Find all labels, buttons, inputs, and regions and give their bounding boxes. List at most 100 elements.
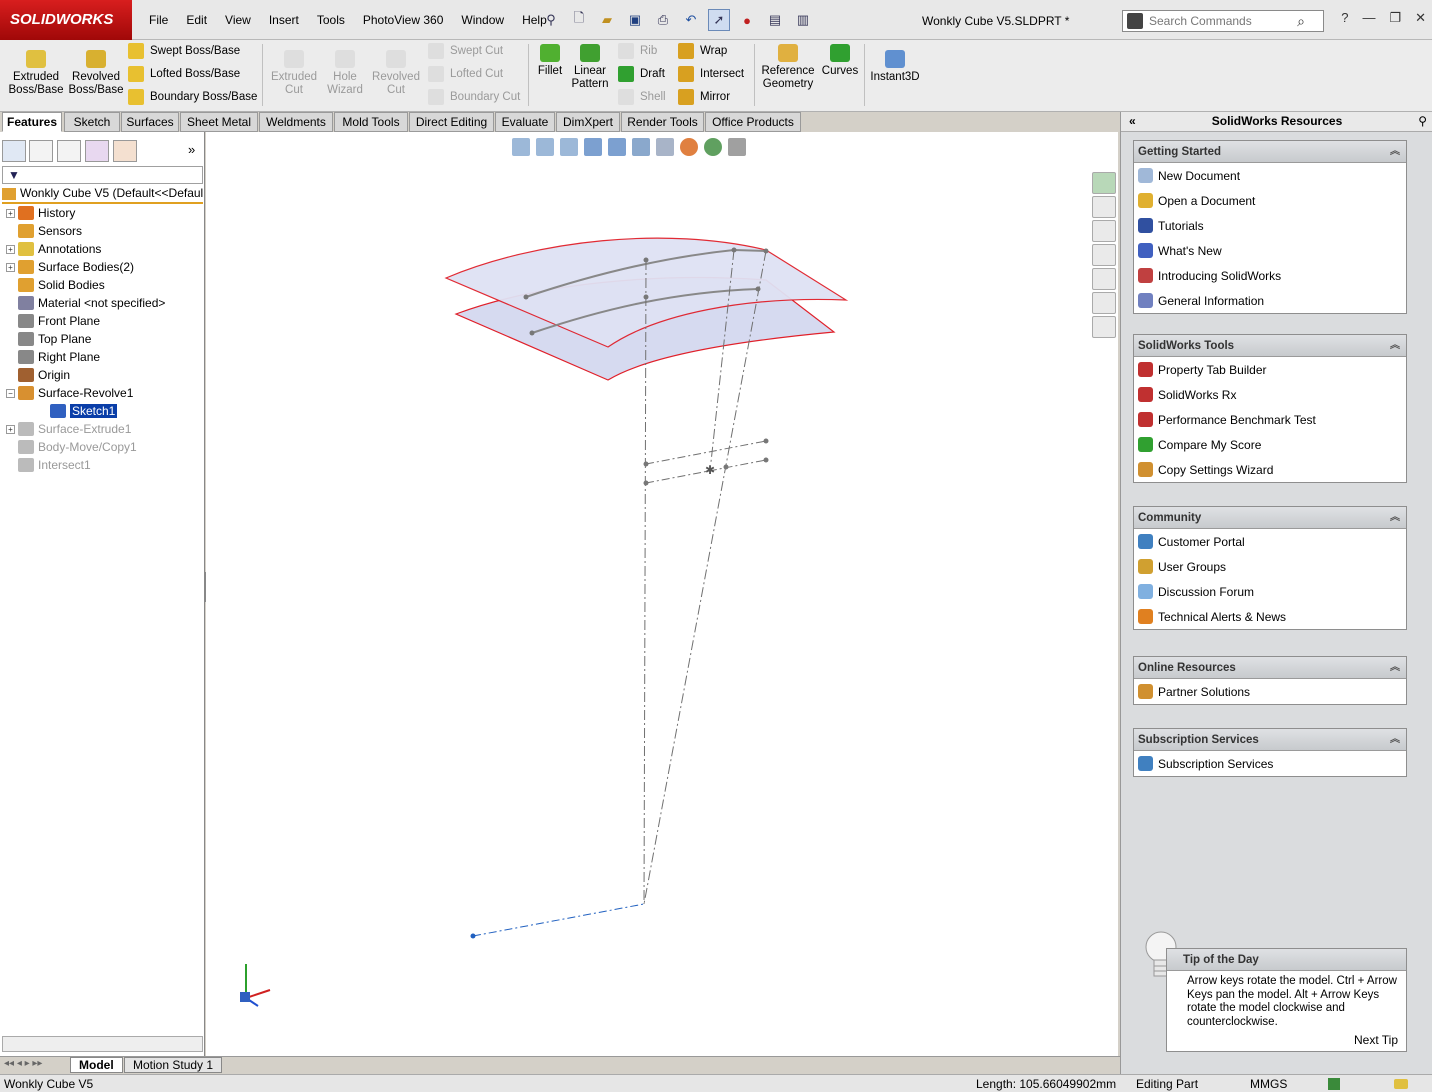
hole-wizard-button[interactable]: Hole Wizard — [320, 50, 370, 97]
tree-filter-input[interactable]: ▼ — [2, 166, 203, 184]
swept-cut-button[interactable]: Swept Cut — [428, 43, 503, 59]
search-icon[interactable]: ⌕ — [1297, 13, 1305, 30]
tree-item[interactable]: Right Plane — [6, 348, 100, 366]
shell-button[interactable]: Shell — [618, 89, 666, 105]
menu-window[interactable]: Window — [452, 11, 513, 29]
resource-link[interactable]: Open a Document — [1134, 188, 1406, 213]
tree-item[interactable]: Intersect1 — [6, 456, 91, 474]
file-properties-icon[interactable]: ▤ — [764, 9, 786, 31]
pin-icon[interactable]: ⚲ — [540, 9, 562, 31]
rib-button[interactable]: Rib — [618, 43, 657, 59]
resource-link[interactable]: Performance Benchmark Test — [1134, 407, 1406, 432]
tab-office-products[interactable]: Office Products — [705, 112, 801, 132]
tree-horizontal-scrollbar[interactable] — [2, 1036, 203, 1052]
resource-link[interactable]: Compare My Score — [1134, 432, 1406, 457]
help-icon[interactable]: ? — [1341, 10, 1348, 26]
tab-weldments[interactable]: Weldments — [259, 112, 333, 132]
resource-link[interactable]: What's New — [1134, 238, 1406, 263]
resource-link[interactable]: Discussion Forum — [1134, 579, 1406, 604]
tree-item[interactable]: + History — [6, 204, 75, 222]
units-selector[interactable]: MMGS — [1250, 1077, 1287, 1091]
open-folder-icon[interactable]: ▰ — [596, 9, 618, 31]
mirror-button[interactable]: Mirror — [678, 89, 730, 105]
dimxpert-manager-tab-icon[interactable] — [85, 140, 109, 162]
tab-motion-study[interactable]: Motion Study 1 — [124, 1057, 223, 1073]
resource-link[interactable]: Tutorials — [1134, 213, 1406, 238]
close-icon[interactable]: ✕ — [1415, 10, 1426, 26]
boundary-cut-button[interactable]: Boundary Cut — [428, 89, 520, 105]
revolved-cut-button[interactable]: Revolved Cut — [370, 50, 422, 97]
tree-item[interactable]: Material <not specified> — [6, 294, 165, 312]
tree-item[interactable]: − Surface-Revolve1 — [6, 384, 133, 402]
menu-file[interactable]: File — [140, 11, 177, 29]
graphics-area[interactable]: ✱ — [206, 132, 1118, 1056]
draft-button[interactable]: Draft — [618, 66, 665, 82]
curves-button[interactable]: Curves — [820, 44, 860, 78]
group-header[interactable]: Community ︽ — [1134, 507, 1406, 529]
new-document-icon[interactable]: 🗋 — [568, 9, 590, 31]
swept-boss-button[interactable]: Swept Boss/Base — [128, 43, 240, 59]
expand-toggle-icon[interactable]: − — [6, 388, 15, 398]
sketch-line-blue[interactable] — [472, 903, 645, 937]
tab-render-tools[interactable]: Render Tools — [621, 112, 704, 132]
expand-toggle-icon[interactable]: + — [6, 262, 15, 272]
resource-link[interactable]: User Groups — [1134, 554, 1406, 579]
tree-item[interactable]: Body-Move/Copy1 — [6, 438, 137, 456]
configuration-manager-tab-icon[interactable] — [57, 140, 81, 162]
resource-link[interactable]: Introducing SolidWorks — [1134, 263, 1406, 288]
resource-link[interactable]: Partner Solutions — [1134, 679, 1406, 704]
resource-link[interactable]: Property Tab Builder — [1134, 357, 1406, 382]
save-icon[interactable]: ▣ — [624, 9, 646, 31]
feature-manager-tab-icon[interactable] — [2, 140, 26, 162]
tree-item[interactable]: + Surface Bodies(2) — [6, 258, 134, 276]
next-tip-link[interactable]: Next Tip — [1354, 1033, 1398, 1047]
boundary-boss-button[interactable]: Boundary Boss/Base — [128, 89, 257, 105]
tag-icon[interactable] — [1394, 1079, 1408, 1089]
collapse-pane-icon[interactable]: « — [1129, 112, 1136, 131]
tree-item[interactable]: Sensors — [6, 222, 82, 240]
undo-icon[interactable]: ↶ — [680, 9, 702, 31]
tree-item[interactable]: + Annotations — [6, 240, 101, 258]
chevron-right-icon[interactable]: » — [188, 142, 195, 157]
intersect-button[interactable]: Intersect — [678, 66, 744, 82]
tree-item[interactable]: + Surface-Extrude1 — [6, 420, 131, 438]
tab-features[interactable]: Features — [2, 112, 62, 132]
tree-item[interactable]: Front Plane — [6, 312, 100, 330]
resource-link[interactable]: Subscription Services — [1134, 751, 1406, 776]
tab-direct-editing[interactable]: Direct Editing — [409, 112, 494, 132]
restore-icon[interactable]: ❐ — [1389, 10, 1401, 26]
menu-photoview[interactable]: PhotoView 360 — [354, 11, 453, 29]
tree-item[interactable]: Origin — [6, 366, 70, 384]
expand-toggle-icon[interactable]: + — [6, 424, 15, 434]
collapse-group-icon[interactable]: ︽ — [1390, 657, 1400, 679]
menu-tools[interactable]: Tools — [308, 11, 354, 29]
tab-model[interactable]: Model — [70, 1057, 123, 1073]
property-manager-tab-icon[interactable] — [29, 140, 53, 162]
model-geometry[interactable]: ✱ — [206, 132, 1118, 1056]
collapse-group-icon[interactable]: ︽ — [1390, 141, 1400, 163]
expand-toggle-icon[interactable]: + — [6, 208, 15, 218]
fillet-button[interactable]: Fillet — [534, 44, 566, 78]
select-pointer-icon[interactable]: ➚ — [708, 9, 730, 31]
pin-icon[interactable]: ⚲ — [1418, 112, 1427, 131]
options-icon[interactable]: ▥ — [792, 9, 814, 31]
resource-link[interactable]: Customer Portal — [1134, 529, 1406, 554]
quick-tips-icon[interactable] — [1328, 1078, 1340, 1090]
extruded-boss-button[interactable]: Extruded Boss/Base — [8, 50, 64, 97]
group-header[interactable]: Online Resources ︽ — [1134, 657, 1406, 679]
resource-link[interactable]: Copy Settings Wizard — [1134, 457, 1406, 482]
instant3d-button[interactable]: Instant3D — [868, 50, 922, 84]
display-manager-tab-icon[interactable] — [113, 140, 137, 162]
tab-mold-tools[interactable]: Mold Tools — [334, 112, 408, 132]
resource-link[interactable]: General Information — [1134, 288, 1406, 313]
collapse-group-icon[interactable]: ︽ — [1390, 335, 1400, 357]
collapse-group-icon[interactable]: ︽ — [1390, 729, 1400, 751]
tab-dimxpert[interactable]: DimXpert — [556, 112, 620, 132]
tab-sketch[interactable]: Sketch — [64, 112, 120, 132]
group-header[interactable]: SolidWorks Tools ︽ — [1134, 335, 1406, 357]
menu-edit[interactable]: Edit — [177, 11, 216, 29]
tree-item[interactable]: Sketch1 — [38, 402, 119, 420]
print-icon[interactable]: ⎙ — [652, 9, 674, 31]
resource-link[interactable]: Technical Alerts & News — [1134, 604, 1406, 629]
reference-geometry-button[interactable]: Reference Geometry — [758, 44, 818, 91]
